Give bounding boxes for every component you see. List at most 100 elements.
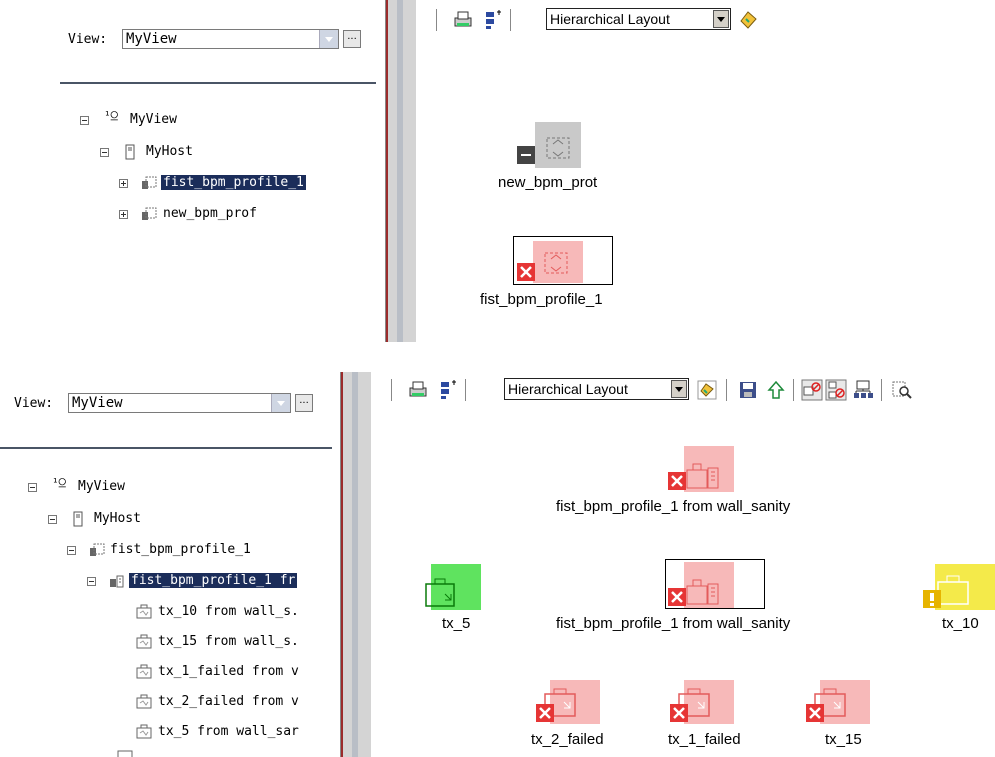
chevron-down-icon[interactable] [319,30,338,48]
view-select-value: MyView [126,31,177,47]
panel-splitter[interactable] [385,0,416,342]
transaction-icon [937,575,969,605]
apply-layout-icon[interactable] [738,9,760,31]
view-select-value: MyView [72,395,123,411]
expand-icon[interactable] [119,179,128,188]
tree-item-transaction[interactable]: tx_2_failed from v [134,693,334,713]
transaction-icon [117,750,133,757]
node-label: fist_bpm_profile_1 from wall_sanity [556,615,791,632]
transaction-icon [136,604,152,619]
transaction-icon [136,724,152,739]
tree-item-myhost[interactable]: MyHost [100,143,380,163]
panel-divider [0,447,332,449]
tree-item-transaction[interactable]: tx_5 from wall_sar [134,723,334,743]
collapse-icon[interactable] [67,546,76,555]
tree-item-transaction[interactable]: tx_1_failed from v [134,663,334,683]
expand-icon[interactable] [119,210,128,219]
layout-select[interactable]: Hierarchical Layout [546,8,731,30]
layout-select[interactable]: Hierarchical Layout [504,378,689,400]
node-label: tx_10 [942,615,979,632]
map-toolbar: Hierarchical Layout [391,377,991,403]
filter-hierarchy-icon[interactable] [825,379,847,401]
zoom-icon[interactable] [891,379,913,401]
ci-node-bpm-app-selected[interactable] [668,562,734,608]
ci-node-fist-bpm-profile[interactable] [517,241,583,283]
tree-item-new-bpm-prof[interactable]: new_bpm_prof [119,205,379,225]
collapse-icon[interactable] [48,515,57,524]
fit-to-window-icon[interactable] [482,9,504,31]
bpm-app-icon [686,579,719,605]
print-icon[interactable] [452,9,474,31]
transaction-icon [136,634,152,649]
bpm-app-icon [110,575,124,588]
tree-item-myview[interactable]: ¹⍜ MyView [28,475,328,498]
tree-item-label: new_bpm_prof [163,206,257,221]
ci-node-new-bpm-prot[interactable] [517,122,583,168]
chevron-down-icon[interactable] [713,10,729,28]
node-label: tx_2_failed [531,731,604,748]
chevron-down-icon[interactable] [271,394,290,412]
bpm-profile-icon [142,207,157,220]
print-icon[interactable] [407,379,429,401]
ci-node-tx-10[interactable] [923,564,995,610]
chevron-down-icon[interactable] [671,380,687,398]
view-icon: ¹⍜ [52,475,66,489]
panel-splitter[interactable] [340,372,371,757]
collapse-icon[interactable] [28,483,37,492]
view-select[interactable]: MyView [68,393,291,413]
tree-item-transaction[interactable]: tx_10 from wall_s. [134,603,334,623]
fit-to-window-icon[interactable] [437,379,459,401]
view-icon: ¹⍜ [104,108,118,122]
node-label: tx_5 [442,615,471,632]
view-options-button[interactable]: ... [343,30,361,48]
tree-item-label: fist_bpm_profile_1 [161,175,306,190]
apply-layout-icon[interactable] [696,379,718,401]
panel-divider [60,82,376,84]
transaction-icon [136,694,152,709]
view-options-button[interactable]: ... [295,394,313,412]
tree-item-label: fist_bpm_profile_1 fr [129,573,298,588]
tree-item-label: MyView [78,479,125,494]
layout-select-value: Hierarchical Layout [508,381,628,397]
filter-problems-icon[interactable] [801,379,823,401]
collapse-icon[interactable] [100,148,109,157]
bpm-profile-icon [90,543,105,556]
tree-item-fist-bpm-profile[interactable]: fist_bpm_profile_1 [119,174,379,194]
ci-node-bpm-app[interactable] [668,446,734,492]
bpm-profile-icon [546,137,570,159]
host-icon [125,144,135,160]
save-icon[interactable] [737,379,759,401]
bpm-profile-icon [142,176,157,189]
tree-item-label: tx_2_failed from v [158,694,299,709]
bpm-profile-icon [544,252,568,274]
ci-node-tx-15[interactable] [806,680,872,724]
layout-select-value: Hierarchical Layout [550,11,670,27]
tree-item-myview[interactable]: ¹⍜ MyView [80,108,380,131]
node-label: fist_bpm_profile_1 from wall_sanity [556,498,791,515]
transaction-icon [136,664,152,679]
host-icon [73,511,83,527]
node-label: tx_1_failed [668,731,741,748]
ci-node-tx-1-failed[interactable] [670,680,736,724]
transaction-icon [425,578,455,607]
map-toolbar: Hierarchical Layout [436,7,766,33]
network-icon[interactable] [852,379,874,401]
arrow-up-icon[interactable] [765,379,787,401]
collapse-icon[interactable] [80,116,89,125]
tree-item-label: MyHost [94,511,141,526]
tree-item-myhost[interactable]: MyHost [48,510,328,530]
ci-node-tx-5[interactable] [425,564,481,610]
view-select[interactable]: MyView [122,29,339,49]
ci-node-tx-2-failed[interactable] [536,680,602,724]
tree-item-label: MyView [130,112,177,127]
tree-item-label: tx_15 from wall_s. [158,634,299,649]
tree-item-fist-bpm-profile[interactable]: fist_bpm_profile_1 [67,541,337,561]
tree-item-label: tx_10 from wall_s. [158,604,299,619]
view-label: View: [14,396,54,411]
collapse-icon[interactable] [87,577,96,586]
tree-item-label: tx_1_failed from v [158,664,299,679]
node-label: tx_15 [825,731,862,748]
node-label: fist_bpm_profile_1 [480,291,603,308]
tree-item-transaction[interactable]: tx_15 from wall_s. [134,633,334,653]
tree-item-fist-bpm-profile-from-wall[interactable]: fist_bpm_profile_1 fr [87,572,337,592]
